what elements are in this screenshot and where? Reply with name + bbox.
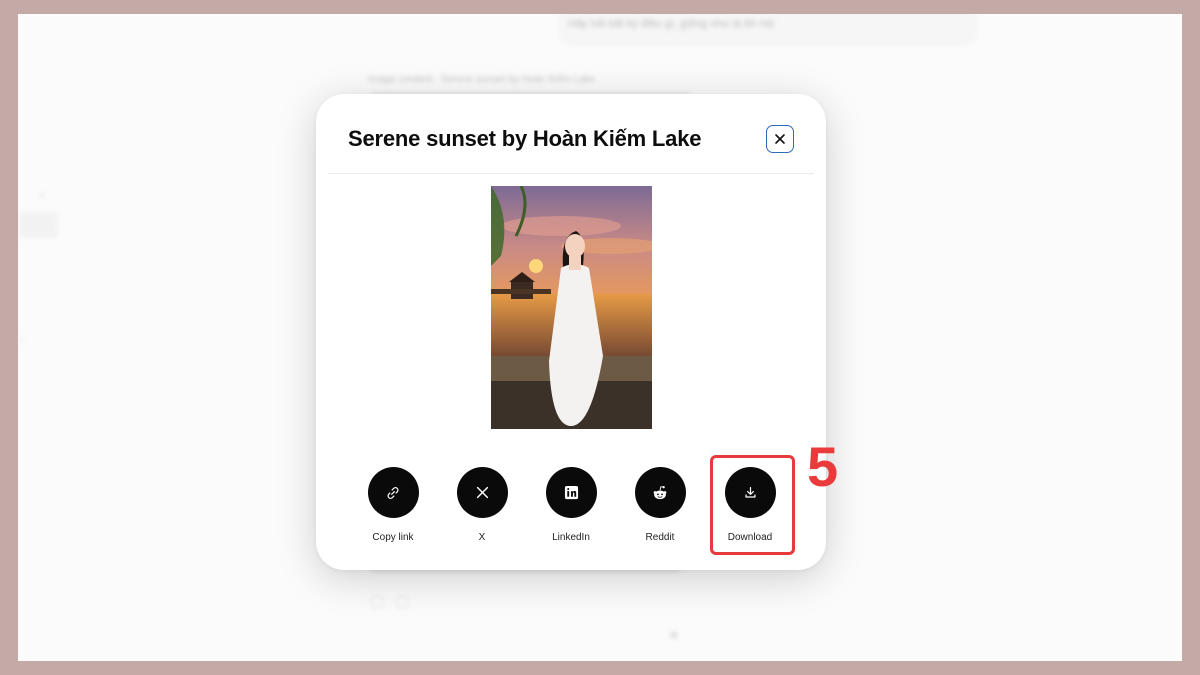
background-dot bbox=[40, 193, 44, 197]
close-icon bbox=[775, 134, 785, 144]
share-linkedin-circle bbox=[545, 467, 597, 518]
linkedin-icon bbox=[564, 485, 578, 500]
share-label: LinkedIn bbox=[552, 532, 590, 543]
modal-title: Serene sunset by Hoàn Kiếm Lake bbox=[348, 126, 702, 151]
share-label: Copy link bbox=[372, 532, 414, 543]
generated-image-preview bbox=[491, 186, 652, 429]
reddit-icon bbox=[653, 485, 667, 499]
share-reddit-circle bbox=[634, 467, 686, 518]
download-highlight-box bbox=[710, 455, 795, 555]
background-prompt-input: Hãy hỏi bất kỳ điều gì, giống như là lời… bbox=[558, 14, 978, 46]
background-sidebar-block bbox=[18, 212, 58, 238]
background-footer-dot bbox=[670, 631, 678, 639]
copy-link-circle bbox=[367, 467, 419, 518]
share-reddit-button[interactable]: Reddit bbox=[620, 467, 700, 543]
close-button[interactable] bbox=[766, 125, 794, 153]
background-like-icon bbox=[396, 596, 408, 608]
background-dot bbox=[20, 338, 23, 341]
share-x-circle bbox=[456, 467, 508, 518]
image-illustration bbox=[491, 186, 652, 429]
background-copy-icon bbox=[371, 596, 383, 608]
x-logo-icon bbox=[476, 486, 488, 499]
share-label: X bbox=[478, 532, 486, 543]
step-number-annotation: 5 bbox=[807, 435, 839, 498]
modal-divider bbox=[328, 173, 814, 174]
share-linkedin-button[interactable]: LinkedIn bbox=[531, 467, 611, 543]
share-x-button[interactable]: X bbox=[442, 467, 522, 543]
background-created-line: Image created · Serene sunset by Hoàn Ki… bbox=[368, 74, 596, 85]
share-label: Reddit bbox=[645, 532, 675, 543]
link-icon bbox=[387, 486, 399, 499]
copy-link-button[interactable]: Copy link bbox=[353, 467, 433, 543]
